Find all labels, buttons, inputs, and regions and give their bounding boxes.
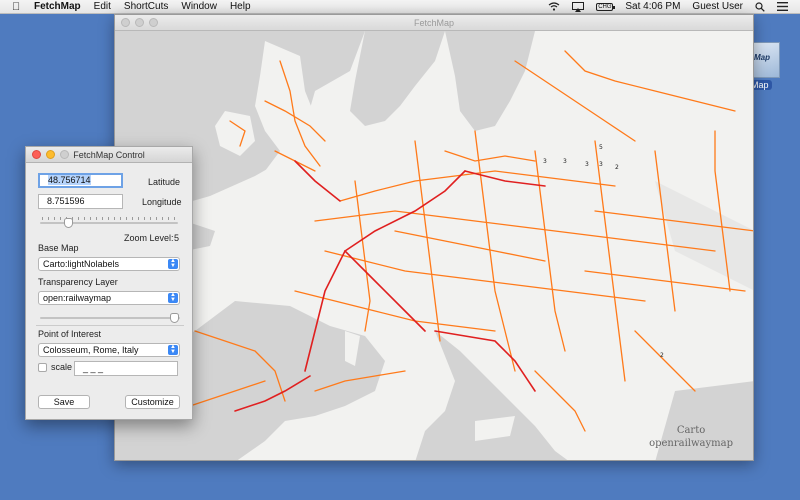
menu-help[interactable]: Help — [230, 1, 251, 12]
opacity-slider-track — [40, 317, 180, 319]
scale-label: scale — [51, 362, 73, 372]
zoom-level-label: Zoom Level: — [124, 233, 174, 243]
apple-menu-icon[interactable]:  — [12, 1, 28, 13]
base-map-select[interactable]: Carto:lightNolabels ▲ ▼ — [38, 257, 180, 271]
desktop-file-icon[interactable]: Map Map — [748, 42, 798, 90]
zoom-slider[interactable] — [40, 217, 178, 228]
battery-label: CHG — [596, 2, 616, 11]
svg-text:3: 3 — [599, 161, 603, 168]
clock[interactable]: Sat 4:06 PM — [625, 1, 680, 12]
chevron-updown-icon: ▲ ▼ — [168, 258, 178, 269]
notification-center-icon[interactable] — [777, 2, 788, 11]
base-map-label: Base Map — [38, 243, 79, 253]
rail-markers: 3 3 3 3 2 5 2 — [543, 144, 664, 359]
svg-text:2: 2 — [660, 352, 664, 359]
chevron-updown-icon: ▲ ▼ — [168, 344, 178, 355]
map-window-title: FetchMap — [413, 17, 455, 28]
control-title: FetchMap Control — [73, 149, 145, 160]
menu-edit[interactable]: Edit — [94, 1, 111, 12]
scale-checkbox[interactable] — [38, 363, 47, 372]
poi-select[interactable]: Colosseum, Rome, Italy ▲ ▼ — [38, 343, 180, 357]
spotlight-search-icon[interactable] — [755, 1, 765, 12]
svg-text:3: 3 — [585, 161, 589, 168]
customize-button[interactable]: Customize — [125, 395, 180, 409]
map-window: FetchMap 3 3 3 3 2 5 2 Carto openrailway… — [114, 14, 754, 461]
poi-selected: Colosseum, Rome, Italy — [43, 345, 139, 355]
chevron-updown-icon: ▲ ▼ — [168, 292, 178, 303]
map-file-thumbnail-icon: Map — [750, 42, 780, 78]
battery-icon[interactable]: CHG — [596, 2, 616, 11]
base-map-selected: Carto:lightNolabels — [43, 259, 120, 269]
control-panel: FetchMap Control 48.756714 Latitude 8.75… — [25, 146, 193, 420]
opacity-slider[interactable] — [40, 312, 180, 323]
latitude-field[interactable]: 48.756714 — [38, 173, 123, 188]
svg-text:3: 3 — [563, 158, 567, 165]
attribution-base: Carto — [676, 425, 706, 436]
map-window-titlebar[interactable]: FetchMap — [115, 15, 753, 31]
transparency-layer-selected: open:railwaymap — [43, 293, 112, 303]
scale-field[interactable]: _ _ _ — [74, 361, 178, 376]
section-divider — [36, 325, 184, 326]
map-attribution: Carto openrailwaymap — [649, 424, 733, 450]
latitude-label: Latitude — [148, 177, 181, 187]
map-canvas[interactable]: 3 3 3 3 2 5 2 Carto openrailwaymap — [115, 31, 753, 460]
longitude-label: Longitude — [142, 197, 182, 207]
zoom-level-value: 5 — [174, 233, 180, 243]
airplay-icon[interactable] — [572, 1, 585, 12]
svg-text:2: 2 — [615, 164, 619, 171]
poi-label: Point of Interest — [38, 329, 102, 339]
wifi-icon[interactable] — [548, 2, 560, 11]
zoom-slider-track — [40, 222, 178, 224]
svg-text:5: 5 — [599, 144, 603, 151]
transparency-layer-label: Transparency Layer — [38, 277, 118, 287]
zoom-slider-ticks — [42, 217, 176, 220]
attribution-overlay: openrailwaymap — [649, 438, 733, 449]
save-button[interactable]: Save — [38, 395, 90, 409]
longitude-field[interactable]: 8.751596 — [38, 194, 123, 209]
menu-window[interactable]: Window — [181, 1, 217, 12]
latitude-value: 48.756714 — [48, 175, 91, 185]
zoom-slider-thumb[interactable] — [64, 218, 73, 228]
svg-text:3: 3 — [543, 158, 547, 165]
transparency-layer-select[interactable]: open:railwaymap ▲ ▼ — [38, 291, 180, 305]
railway-map: 3 3 3 3 2 5 2 — [115, 31, 753, 460]
menu-shortcuts[interactable]: ShortCuts — [124, 1, 168, 12]
app-menu[interactable]: FetchMap — [34, 1, 81, 12]
menubar:  FetchMap Edit ShortCuts Window Help CH… — [0, 0, 800, 14]
sea-areas — [115, 31, 753, 460]
user-menu[interactable]: Guest User — [692, 1, 743, 12]
opacity-slider-thumb[interactable] — [170, 313, 179, 323]
control-titlebar[interactable]: FetchMap Control — [26, 147, 192, 163]
